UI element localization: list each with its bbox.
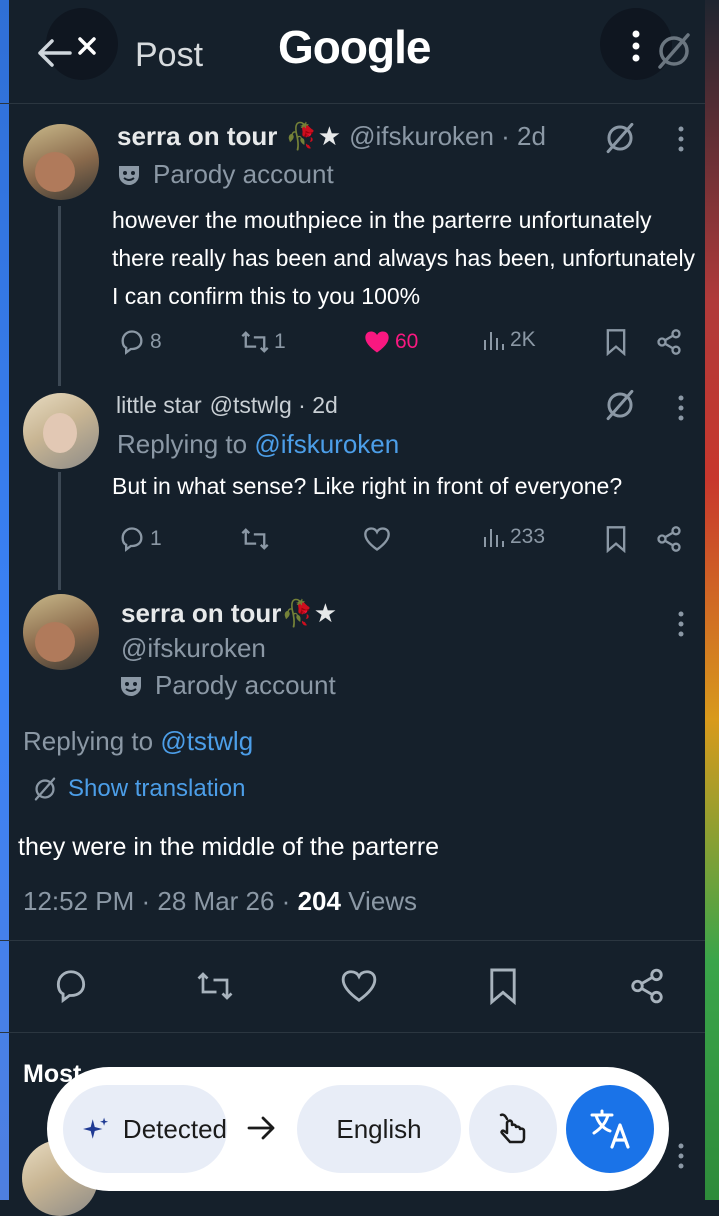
sparkle-icon	[83, 1117, 109, 1139]
grok-icon[interactable]	[603, 388, 637, 422]
translate-button[interactable]	[566, 1085, 654, 1173]
share-icon[interactable]	[628, 967, 666, 1005]
views-label: Views	[340, 886, 418, 916]
translate-icon	[590, 1109, 630, 1149]
reply-count: 1	[150, 527, 162, 550]
reply-count: 8	[150, 330, 162, 353]
reply-icon[interactable]	[52, 967, 90, 1005]
name-emoji: 🥀★	[281, 598, 338, 628]
parody-badge: Parody account	[155, 670, 336, 700]
avatar[interactable]	[23, 124, 99, 200]
share-icon[interactable]	[655, 525, 683, 553]
views-count: 2K	[510, 328, 536, 351]
replying-prefix: Replying to	[23, 726, 161, 756]
arrow-right-icon	[247, 1116, 275, 1140]
bookmark-icon[interactable]	[487, 966, 519, 1006]
tweet-text-line: there really has been and always has bee…	[112, 245, 696, 271]
replying-to: Replying to @ifskuroken	[117, 429, 399, 460]
tap-to-translate-button[interactable]	[469, 1085, 557, 1173]
screen-edge-right	[705, 0, 719, 1200]
grok-icon	[34, 777, 56, 801]
reply-button[interactable]: 8	[118, 328, 162, 356]
header-divider	[0, 103, 705, 104]
thread-line	[58, 472, 61, 590]
replying-handle-link[interactable]: @ifskuroken	[254, 429, 399, 459]
views-count[interactable]: 204	[298, 886, 341, 916]
replying-handle-link[interactable]: @tstwlg	[160, 726, 253, 756]
google-brand: Google	[278, 21, 431, 73]
more-vertical-icon[interactable]	[672, 393, 690, 423]
like-count: 60	[395, 330, 419, 353]
replying-prefix: Replying to	[117, 429, 255, 459]
parody-badge: Parody account	[153, 159, 334, 189]
tweet-timestamp: 12:52 PM · 28 Mar 26 · 204 Views	[23, 886, 417, 917]
reply-icon	[121, 527, 143, 552]
grok-icon[interactable]	[654, 30, 694, 72]
like-button[interactable]: 60	[363, 328, 418, 356]
parody-mask-icon	[119, 165, 139, 185]
tweet-text-line: however the mouthpiece in the parterre u…	[112, 207, 652, 233]
grok-icon[interactable]	[603, 121, 637, 155]
display-name[interactable]: serra on tour	[117, 121, 277, 152]
views-button[interactable]: 2K	[482, 328, 536, 352]
bookmark-icon[interactable]	[604, 328, 628, 356]
views-icon	[484, 332, 504, 350]
tweet-text: however the mouthpiece in the parterre u…	[112, 201, 695, 315]
heart-icon	[365, 331, 389, 353]
tweet-text: But in what sense? Like right in front o…	[112, 473, 623, 499]
reply-button[interactable]: 1	[118, 525, 162, 553]
source-language-button[interactable]: Detected	[63, 1085, 227, 1173]
parody-mask-icon	[121, 676, 141, 696]
source-language-label: Detected	[122, 1113, 227, 1144]
handle[interactable]: @ifskuroken	[121, 633, 266, 664]
repost-icon[interactable]	[240, 525, 270, 553]
views-icon	[484, 529, 504, 547]
more-vertical-icon[interactable]	[672, 124, 690, 154]
repost-count: 1	[274, 330, 286, 353]
target-language-label: English	[336, 1113, 422, 1144]
reply-icon	[121, 330, 143, 355]
handle-time[interactable]: @ifskuroken · 2d	[349, 121, 546, 152]
divider	[0, 940, 705, 941]
views-count: 233	[510, 525, 546, 548]
target-language-button[interactable]: English	[297, 1085, 461, 1173]
timestamp: 12:52 PM · 28 Mar 26 ·	[23, 886, 298, 916]
heart-icon[interactable]	[340, 967, 378, 1005]
show-translation-button[interactable]: Show translation	[32, 775, 245, 803]
bookmark-icon[interactable]	[604, 525, 628, 553]
share-icon[interactable]	[655, 328, 683, 356]
more-vertical-icon[interactable]	[672, 1141, 690, 1171]
show-translation-label: Show translation	[68, 775, 246, 802]
thread-line	[58, 206, 61, 386]
replying-to: Replying to @tstwlg	[23, 726, 253, 757]
avatar[interactable]	[23, 393, 99, 469]
repost-icon[interactable]	[194, 968, 236, 1004]
display-name[interactable]: serra on tour	[121, 598, 281, 628]
repost-icon	[241, 331, 269, 353]
heart-icon[interactable]	[363, 525, 391, 553]
more-vertical-icon[interactable]	[626, 28, 646, 64]
name-emoji: 🥀★	[285, 121, 342, 151]
avatar[interactable]	[23, 594, 99, 670]
screen-edge-left	[0, 0, 9, 1200]
display-name[interactable]: little star	[116, 392, 202, 419]
page-title: Post	[135, 36, 204, 74]
back-arrow-icon[interactable]	[36, 33, 96, 73]
tweet-text: they were in the middle of the parterre	[18, 833, 440, 861]
views-button[interactable]: 233	[482, 525, 545, 549]
translate-bar: Detected English	[47, 1067, 669, 1191]
tap-icon	[499, 1113, 526, 1144]
more-vertical-icon[interactable]	[672, 609, 690, 639]
handle-time[interactable]: @tstwlg · 2d	[210, 392, 338, 419]
divider	[0, 1032, 705, 1033]
tweet-text-line: I can confirm this to you 100%	[112, 283, 421, 309]
repost-button[interactable]: 1	[240, 328, 286, 356]
